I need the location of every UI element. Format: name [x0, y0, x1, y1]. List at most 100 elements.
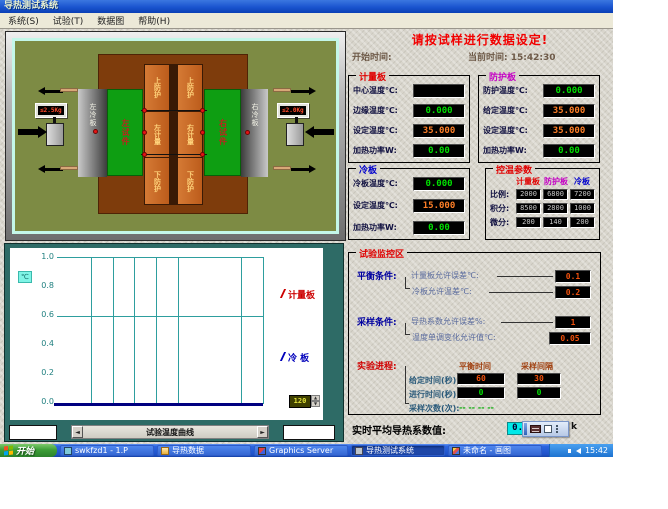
right-flow-gauge: ≤2.0Kg	[277, 103, 309, 118]
diagram-panel: 左冷板 右冷板 左试件 右试件 上防护	[5, 31, 346, 241]
taskbar-button-label: swkfzd1 - 1.P	[75, 446, 128, 455]
sensor-dot	[200, 108, 205, 113]
right-pump	[286, 123, 304, 146]
ime-grip[interactable]	[524, 423, 527, 435]
guard-temp-display: 0.000	[543, 84, 595, 98]
bracket	[405, 323, 410, 335]
taskbar-button-data-folder[interactable]: 导热数据	[157, 445, 251, 456]
gridline-v	[156, 257, 157, 404]
chart-title[interactable]: 试验温度曲线	[83, 426, 257, 438]
system-tray[interactable]: 15:42	[549, 444, 613, 457]
heat-power-display: 0.00	[413, 144, 465, 158]
connector-line	[501, 322, 553, 323]
menu-item-data-chart[interactable]: 数据图	[97, 14, 124, 27]
pid-row-label: 比例:	[490, 189, 514, 200]
given-time-display: 60	[457, 373, 505, 385]
chart-panel: ℃ 1.0 0.8 0.6 0.4 0.2 0.0 计量板	[4, 243, 344, 442]
window-title: 导热测试系统	[4, 1, 58, 11]
pid-value: 200	[570, 217, 595, 228]
field-label: 设定温度℃:	[353, 200, 398, 211]
monotonic-limit-display: 0.05	[549, 332, 591, 345]
chart-right-box[interactable]	[283, 425, 335, 440]
field-label: 冷板温度℃:	[353, 178, 398, 189]
app-icon	[355, 447, 363, 455]
pid-col-cold: 冷板	[574, 176, 590, 187]
desktop-screenshot: 导热测试系统 系统(S) 试验(T) 数据图 帮助(H) 左冷板 右冷板	[0, 0, 668, 509]
metering-plate-group: 计量板 中心温度℃: 边缘温度℃: 0.000 设定温度℃: 35.000 加热…	[348, 75, 470, 163]
cold-plate-title: 冷板	[356, 163, 380, 176]
taskbar-button-label: 导热数据	[172, 445, 204, 456]
right-cold-plate-label: 右冷板	[251, 103, 258, 127]
gridline-v	[134, 257, 135, 404]
scroll-left-button[interactable]: ◄	[72, 426, 83, 438]
y-tick: 0.2	[28, 368, 54, 377]
taskbar-button-thermal-app[interactable]: 导热测试系统	[351, 445, 445, 456]
menu-item-test[interactable]: 试验(T)	[53, 14, 84, 27]
pid-value: 6800	[543, 189, 568, 200]
cold-plate-series-line	[54, 403, 263, 406]
pid-value: 1000	[570, 203, 595, 214]
set-temp-display: 35.000	[543, 124, 595, 138]
taskbar-button-paint[interactable]: 未命名 - 画图	[448, 445, 542, 456]
left-flow-gauge-value: ≤2.5Kg	[38, 106, 64, 115]
start-button[interactable]: 开始	[0, 444, 57, 457]
left-plate-bottom-guard-label: 下防护	[154, 171, 161, 192]
field-label: 加热功率W:	[483, 145, 527, 156]
ime-pad-icon[interactable]	[544, 425, 552, 433]
sample-count-value: -- -- -- --	[459, 403, 494, 412]
balance-row-label: 冷板允许温差℃:	[412, 286, 472, 297]
left-specimen-label: 左试件	[121, 119, 129, 146]
balance-row-label: 计量板允许误差℃:	[411, 270, 479, 281]
current-time-value: 15:42:30	[511, 53, 556, 63]
application-window: 导热测试系统 系统(S) 试验(T) 数据图 帮助(H) 左冷板 右冷板	[0, 0, 613, 457]
menu-bar: 系统(S) 试验(T) 数据图 帮助(H)	[0, 13, 613, 29]
y-tick: 1.0	[28, 252, 54, 261]
cold-plate-group: 冷板 冷板温度℃: 0.000 设定温度℃: 15.000 加热功率W: 0.0…	[348, 168, 470, 240]
y-tick: 0.6	[28, 310, 54, 319]
y-tick: 0.8	[28, 281, 54, 290]
sample-count-label: 采样次数(次):	[409, 403, 460, 414]
windows-logo-icon	[4, 446, 13, 456]
keyboard-icon[interactable]	[530, 425, 541, 433]
taskbar-button-vb-project[interactable]: swkfzd1 - 1.P	[60, 445, 154, 456]
sensor-dot	[93, 129, 98, 134]
progress-col-balance-time: 平衡时间	[459, 361, 491, 372]
apparatus-scene: 左冷板 右冷板 左试件 右试件 上防护	[15, 41, 336, 231]
field-label: 中心温度℃:	[353, 85, 398, 96]
edge-temp-display: 0.000	[413, 104, 465, 118]
scroll-right-button[interactable]: ►	[257, 426, 268, 438]
chart-left-box[interactable]	[9, 425, 57, 440]
graphics-server-icon	[258, 447, 266, 455]
left-flow-gauge: ≤2.5Kg	[35, 103, 67, 118]
monitor-title: 试验监控区	[356, 247, 407, 260]
pid-params-group: 控温参数 计量板 防护板 冷板 比例: 2000 6800 7200 积分: 8…	[485, 168, 600, 240]
pid-value: 2000	[516, 189, 541, 200]
vb-form-icon	[64, 447, 72, 455]
pipe	[60, 166, 78, 170]
connector-line	[489, 292, 553, 293]
ime-toolbar[interactable]	[522, 421, 569, 437]
metering-tolerance-display: 0.1	[555, 270, 591, 283]
connector-line	[497, 276, 553, 277]
flow-arrow-in-right	[305, 126, 334, 138]
menu-item-system[interactable]: 系统(S)	[8, 14, 39, 27]
bracket	[405, 277, 410, 289]
right-heater-plate: 上防护 右计量 下防护	[177, 64, 203, 205]
gridline-v	[263, 257, 264, 404]
sensor-dot	[200, 152, 205, 157]
right-specimen: 右试件	[204, 89, 241, 176]
ime-menu-dots[interactable]	[555, 425, 558, 433]
spinner-down-button[interactable]: ▼	[311, 401, 320, 407]
y-tick: 0.0	[28, 397, 54, 406]
metering-plate-title: 计量板	[356, 70, 389, 83]
field-label: 设定温度℃:	[353, 125, 398, 136]
menu-item-help[interactable]: 帮助(H)	[138, 14, 170, 27]
window-titlebar[interactable]: 导热测试系统	[0, 0, 613, 13]
pid-value: 7200	[570, 189, 595, 200]
balance-conditions-label: 平衡条件:	[357, 269, 397, 282]
heat-power-display: 0.00	[413, 221, 465, 235]
right-specimen-label: 右试件	[219, 119, 227, 146]
speaker-icon[interactable]	[576, 448, 581, 454]
taskbar-button-graphics-server[interactable]: Graphics Server	[254, 445, 348, 456]
given-temp-display: 35.000	[543, 104, 595, 118]
